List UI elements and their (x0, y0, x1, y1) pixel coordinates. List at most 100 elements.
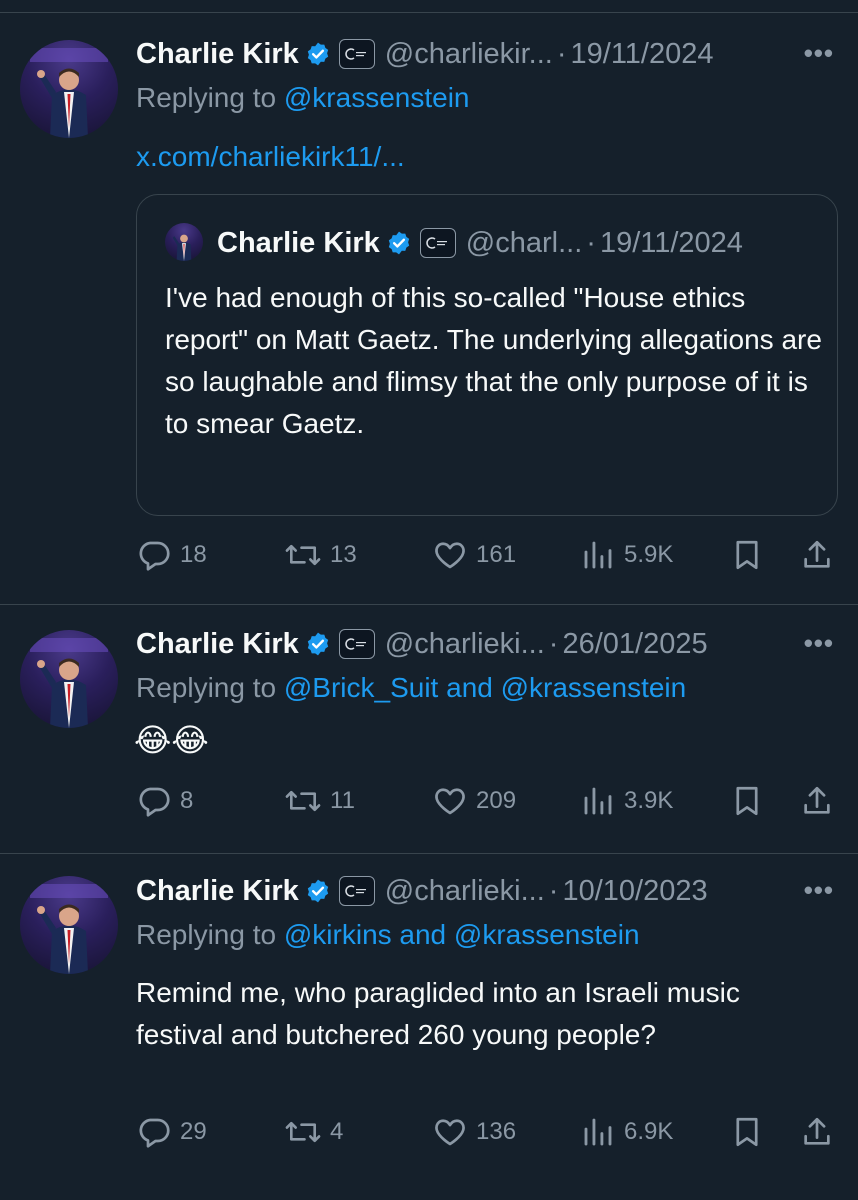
views-icon (584, 1118, 612, 1146)
avatar-image (30, 884, 108, 974)
tweet-text: 😂😂 (134, 721, 209, 759)
avatar[interactable] (20, 630, 118, 728)
reply-button[interactable]: 18 (136, 535, 207, 575)
more-icon[interactable]: ••• (804, 875, 834, 906)
replying-to: Replying to @Brick_Suit and @krassenstei… (136, 672, 686, 704)
reply-icon (139, 787, 170, 817)
avatar-image (30, 48, 108, 138)
more-icon[interactable]: ••• (804, 628, 834, 659)
repost-count: 13 (330, 541, 357, 568)
tweet-date[interactable]: 10/10/2023 (562, 875, 707, 908)
reply-mentions[interactable]: @kirkins and @krassenstein (284, 919, 640, 950)
repost-icon (285, 1121, 321, 1143)
quote-avatar (165, 223, 203, 261)
views-icon (584, 541, 612, 569)
author-name[interactable]: Charlie Kirk (136, 628, 299, 661)
like-icon (435, 542, 465, 569)
replying-label: Replying to (136, 82, 277, 113)
verified-badge-icon (307, 632, 328, 656)
tweet-1[interactable]: Charlie Kirk @charliekir... · 19/11/2024… (0, 0, 858, 604)
like-icon (435, 788, 465, 815)
quote-header: Charlie Kirk @charl... · 19/11/2024 (217, 225, 743, 261)
verified-badge-icon (307, 879, 328, 903)
tweet-header: Charlie Kirk @charlieki... · 26/01/2025 (136, 626, 708, 662)
action-bar: 18 13 161 5.9K (136, 535, 836, 575)
bookmark-button[interactable] (730, 1112, 764, 1152)
avatar-image (30, 638, 108, 728)
reply-count: 18 (180, 541, 207, 568)
bookmark-button[interactable] (730, 781, 764, 821)
repost-icon (285, 790, 321, 812)
tweet-date[interactable]: 19/11/2024 (571, 38, 714, 71)
reply-count: 8 (180, 787, 194, 814)
author-handle[interactable]: @charliekir... (385, 38, 553, 71)
avatar[interactable] (20, 876, 118, 974)
tweet-header: Charlie Kirk @charliekir... · 19/11/2024 (136, 36, 714, 72)
like-count: 136 (476, 1118, 517, 1145)
affiliate-badge-icon[interactable] (338, 39, 375, 69)
quoted-tweet[interactable]: Charlie Kirk @charl... · 19/11/2024 I've… (136, 194, 838, 516)
reply-icon (139, 1118, 170, 1148)
reply-count: 29 (180, 1118, 207, 1145)
separator-dot: · (548, 627, 559, 660)
views-button[interactable]: 3.9K (580, 781, 673, 821)
reply-mentions[interactable]: @krassenstein (284, 82, 470, 113)
repost-button[interactable]: 11 (284, 781, 355, 821)
reply-icon (139, 541, 170, 571)
quote-author-handle: @charl... (465, 226, 583, 259)
more-icon[interactable]: ••• (804, 38, 834, 69)
verified-badge-icon (307, 42, 328, 66)
quote-date: 19/11/2024 (599, 226, 743, 259)
repost-count: 4 (330, 1118, 344, 1145)
verified-badge-icon (388, 231, 409, 255)
like-icon (435, 1119, 465, 1146)
affiliate-badge-icon[interactable] (338, 876, 375, 906)
replying-label: Replying to (136, 672, 277, 703)
share-icon (804, 1117, 830, 1145)
affiliate-badge-icon[interactable] (338, 629, 375, 659)
reply-button[interactable]: 8 (136, 781, 193, 821)
tweet-3[interactable]: Charlie Kirk @charlieki... · 10/10/2023 … (0, 854, 858, 1200)
author-name[interactable]: Charlie Kirk (136, 38, 299, 71)
tweet-text: Remind me, who paraglided into an Israel… (136, 977, 740, 1050)
share-icon (804, 540, 830, 568)
view-count: 3.9K (624, 787, 674, 814)
views-button[interactable]: 6.9K (580, 1112, 673, 1152)
reply-mentions[interactable]: @Brick_Suit and @krassenstein (284, 672, 686, 703)
view-count: 6.9K (624, 1118, 674, 1145)
bookmark-button[interactable] (730, 535, 764, 575)
repost-button[interactable]: 13 (284, 535, 357, 575)
author-name[interactable]: Charlie Kirk (136, 875, 299, 908)
share-button[interactable] (800, 1112, 834, 1152)
replying-to: Replying to @kirkins and @krassenstein (136, 919, 640, 951)
repost-count: 11 (330, 787, 355, 814)
tweet-header: Charlie Kirk @charlieki... · 10/10/2023 (136, 873, 708, 909)
quote-text: I've had enough of this so-called "House… (165, 282, 822, 439)
share-icon (804, 786, 830, 814)
author-handle[interactable]: @charlieki... (385, 875, 545, 908)
views-button[interactable]: 5.9K (580, 535, 673, 575)
replying-label: Replying to (136, 919, 277, 950)
avatar[interactable] (20, 40, 118, 138)
repost-button[interactable]: 4 (284, 1112, 343, 1152)
like-button[interactable]: 161 (432, 535, 516, 575)
share-button[interactable] (800, 781, 834, 821)
like-count: 161 (476, 541, 517, 568)
replying-to: Replying to @krassenstein (136, 82, 469, 114)
affiliate-badge-icon (419, 228, 456, 258)
tweet-2[interactable]: Charlie Kirk @charlieki... · 26/01/2025 … (0, 605, 858, 853)
timeline: Charlie Kirk @charliekir... · 19/11/2024… (0, 0, 858, 1200)
bookmark-icon (736, 1117, 758, 1147)
share-button[interactable] (800, 535, 834, 575)
tweet-link[interactable]: x.com/charliekirk11/... (136, 141, 405, 173)
like-count: 209 (476, 787, 517, 814)
quote-author-name: Charlie Kirk (217, 226, 380, 259)
separator-dot: · (556, 37, 567, 70)
author-handle[interactable]: @charlieki... (385, 628, 545, 661)
tweet-date[interactable]: 26/01/2025 (562, 628, 707, 661)
reply-button[interactable]: 29 (136, 1112, 207, 1152)
action-bar: 8 11 209 3.9K (136, 781, 836, 821)
action-bar: 29 4 136 6.9K (136, 1112, 836, 1152)
like-button[interactable]: 136 (432, 1112, 516, 1152)
like-button[interactable]: 209 (432, 781, 516, 821)
